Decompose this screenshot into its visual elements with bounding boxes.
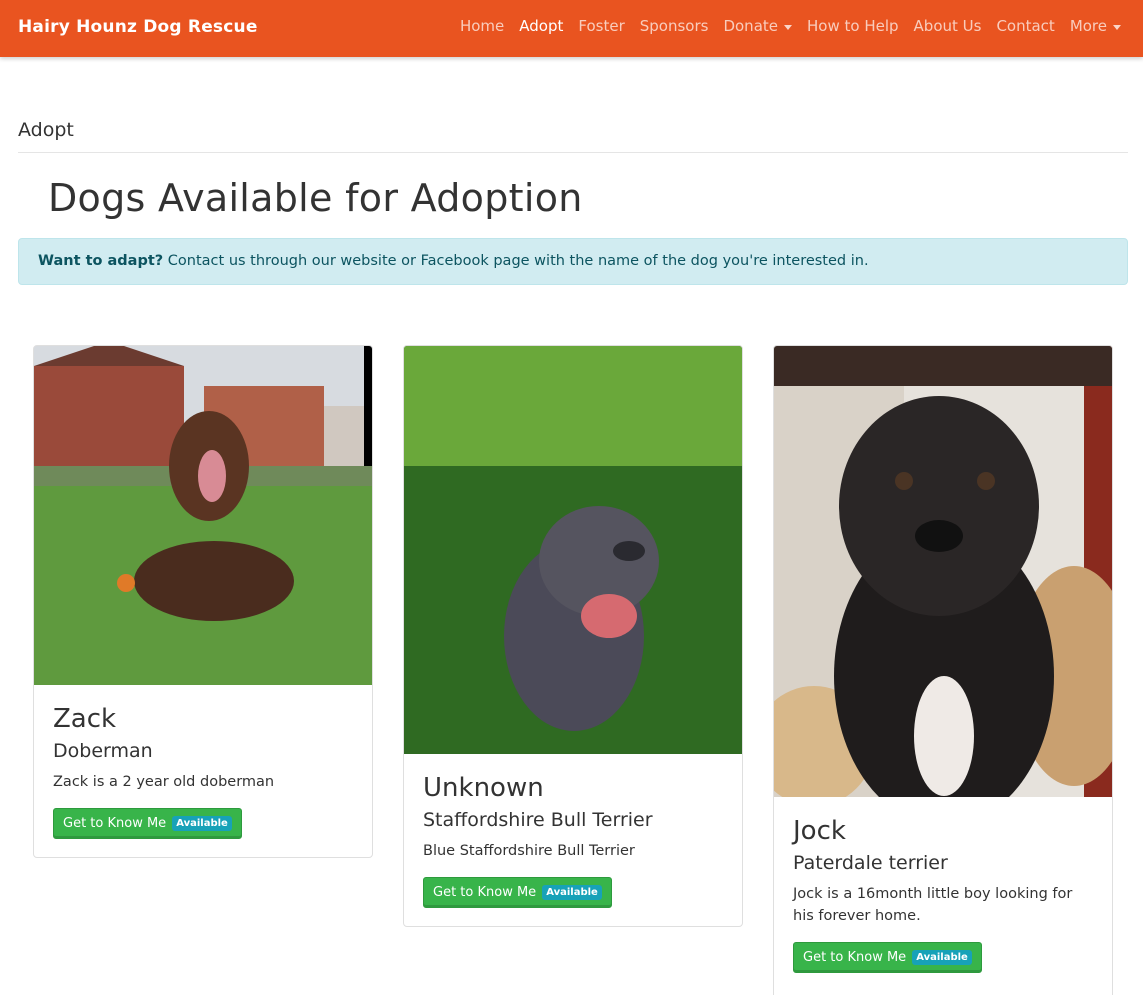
nav-foster[interactable]: Foster [578, 17, 624, 35]
dog-description: Zack is a 2 year old doberman [53, 774, 275, 790]
nav-sponsors[interactable]: Sponsors [640, 17, 709, 35]
button-label: Get to Know Me [433, 885, 537, 900]
nav-home-label: Home [459, 17, 505, 35]
breadcrumb-divider [18, 152, 1128, 153]
nav-adopt[interactable]: Adopt [519, 17, 563, 35]
dog-photo-image [774, 346, 1112, 797]
nav-donate-dropdown[interactable]: Donate [723, 17, 792, 35]
breadcrumb: Adopt [18, 119, 74, 141]
nav-more-label: More [1069, 17, 1107, 35]
dog-photo-image [34, 346, 372, 685]
status-badge: Available [172, 816, 232, 831]
get-to-know-me-button[interactable]: Get to Know Me Available [423, 877, 612, 908]
top-navbar: Hairy Hounz Dog Rescue Home Adopt Foster… [0, 0, 1143, 57]
nav-contact[interactable]: Contact [996, 17, 1054, 35]
get-to-know-me-button[interactable]: Get to Know Me Available [53, 808, 242, 839]
nav-donate-label: Donate [723, 17, 778, 35]
nav-how-to-help[interactable]: How to Help [807, 17, 899, 35]
dog-name: Jock [793, 816, 846, 846]
nav-contact-label: Contact [996, 17, 1055, 35]
page-title: Dogs Available for Adoption [48, 176, 583, 220]
status-badge: Available [542, 885, 602, 900]
nav-foster-label: Foster [578, 17, 625, 35]
dog-description: Jock is a 16month little boy looking for… [793, 886, 1073, 924]
nav-sponsors-label: Sponsors [639, 17, 709, 35]
nav-more-dropdown[interactable]: More [1070, 17, 1121, 35]
button-label: Get to Know Me [63, 816, 167, 831]
nav-about-us-label: About Us [913, 17, 982, 35]
status-badge: Available [912, 950, 972, 965]
dog-breed: Doberman [53, 740, 153, 762]
dog-description: Blue Staffordshire Bull Terrier [423, 843, 635, 859]
nav-adopt-label: Adopt [519, 17, 564, 35]
button-label: Get to Know Me [803, 950, 907, 965]
card-body: Zack Doberman Zack is a 2 year old dober… [34, 685, 372, 857]
chevron-down-icon [784, 24, 792, 30]
dog-photo-unknown[interactable] [404, 346, 742, 754]
alert-text: Contact us through our website or Facebo… [167, 253, 869, 269]
nav-home[interactable]: Home [460, 17, 504, 35]
get-to-know-me-button[interactable]: Get to Know Me Available [793, 942, 982, 973]
dog-card-unknown: Unknown Staffordshire Bull Terrier Blue … [403, 345, 743, 927]
dog-card-zack: Zack Doberman Zack is a 2 year old dober… [33, 345, 373, 858]
alert-heading: Want to adapt? [38, 253, 164, 269]
nav-how-to-help-label: How to Help [807, 17, 899, 35]
card-body: Jock Paterdale terrier Jock is a 16month… [774, 797, 1112, 991]
nav-about-us[interactable]: About Us [914, 17, 982, 35]
main-nav: Home Adopt Foster Sponsors Donate How to… [445, 17, 1121, 35]
dog-photo-zack[interactable] [34, 346, 372, 685]
brand-logo-text[interactable]: Hairy Hounz Dog Rescue [18, 17, 258, 37]
dog-name: Zack [53, 704, 117, 734]
dog-photo-image [404, 346, 742, 754]
info-alert: Want to adapt? Contact us through our we… [18, 238, 1128, 285]
dog-photo-jock[interactable] [774, 346, 1112, 797]
dog-breed: Staffordshire Bull Terrier [423, 809, 653, 831]
dog-breed: Paterdale terrier [793, 852, 948, 874]
chevron-down-icon [1113, 24, 1121, 30]
dog-name: Unknown [423, 773, 544, 803]
card-body: Unknown Staffordshire Bull Terrier Blue … [404, 754, 742, 926]
dog-card-jock: Jock Paterdale terrier Jock is a 16month… [773, 345, 1113, 995]
